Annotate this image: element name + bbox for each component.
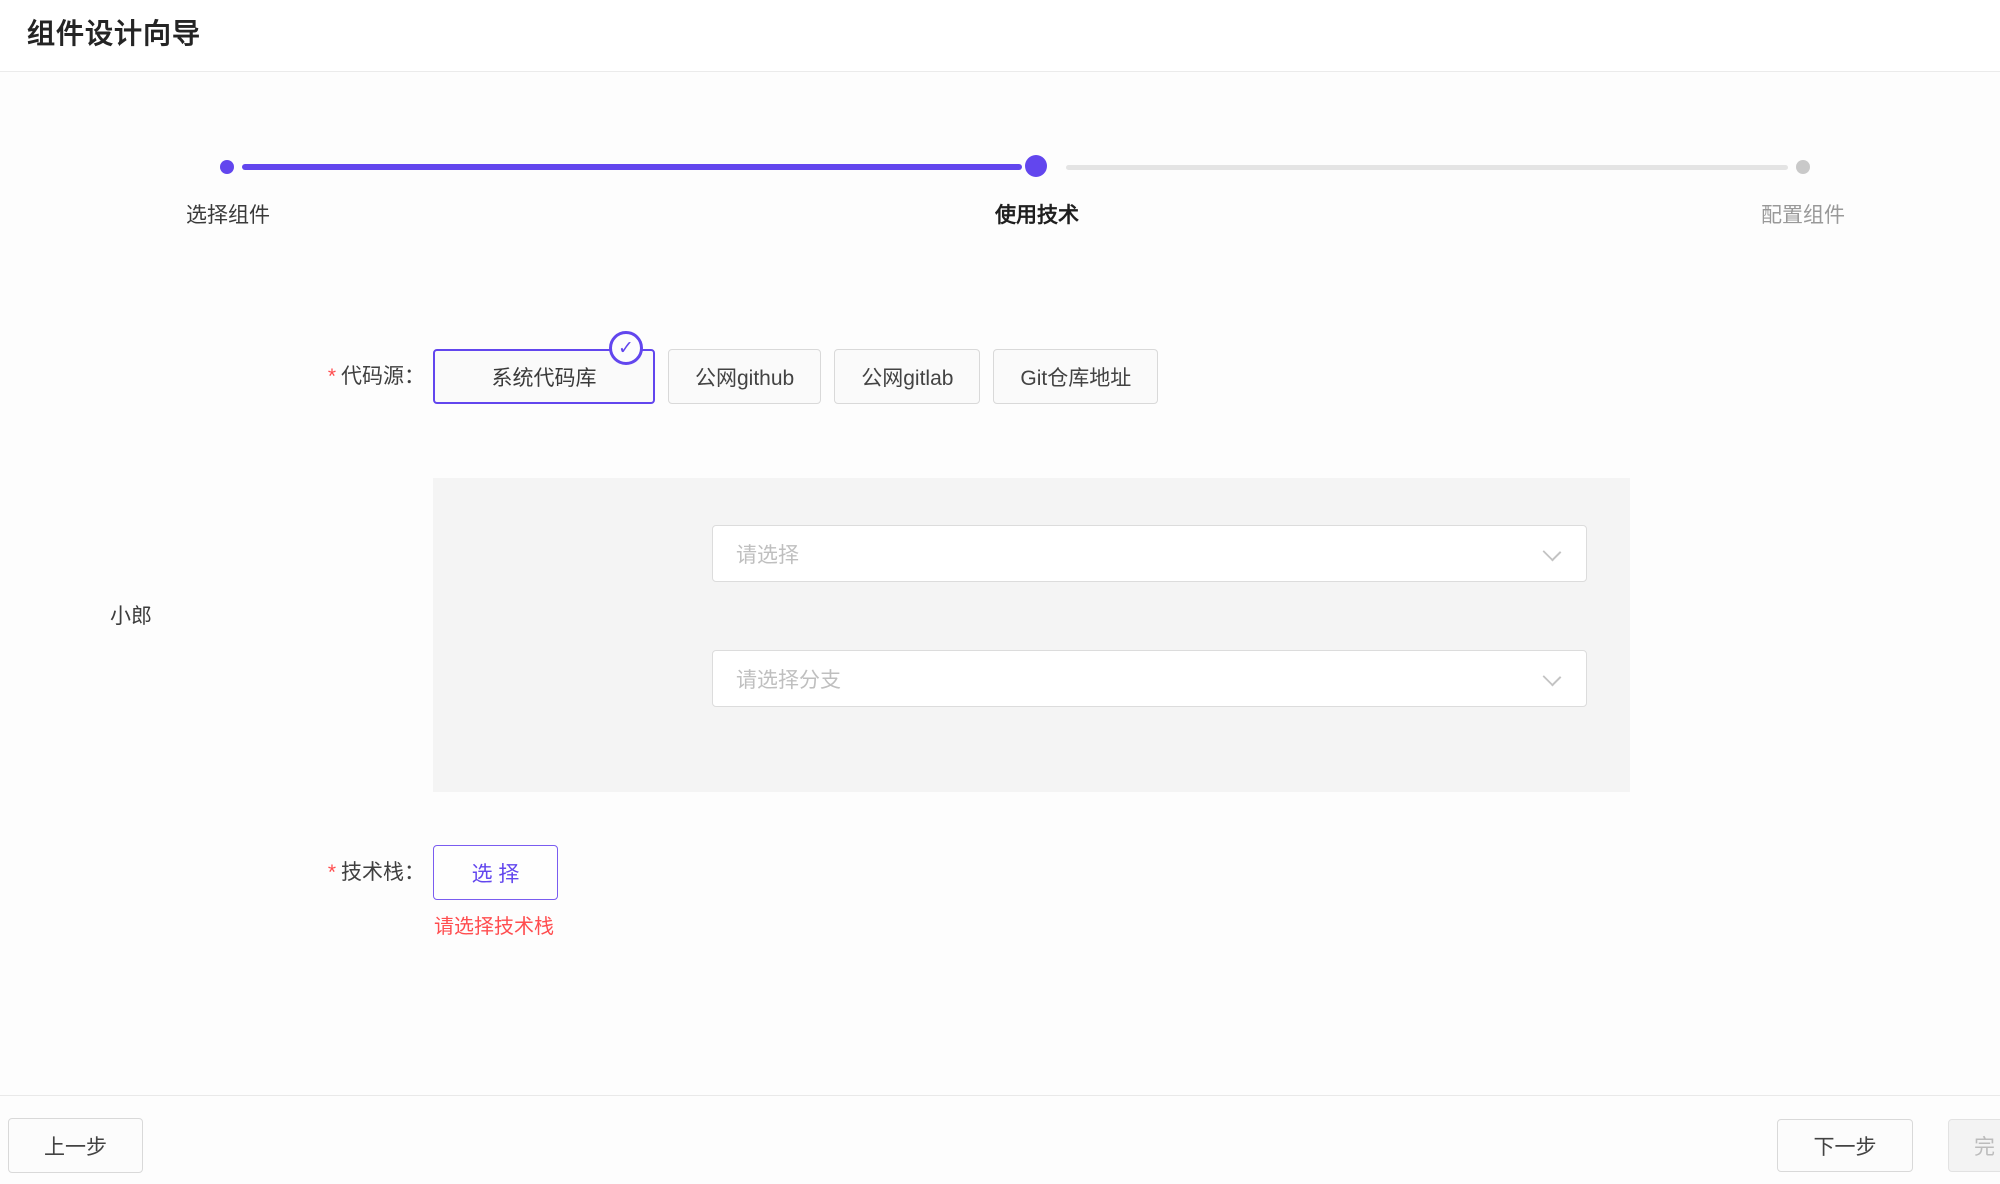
source-option-label: 系统代码库 bbox=[492, 367, 597, 390]
code-source-label: *代码源： bbox=[0, 349, 425, 404]
code-source-label-text: 代码源： bbox=[341, 365, 425, 388]
tech-stack-choose-button[interactable]: 选 择 bbox=[433, 845, 558, 900]
step-label-configure-component: 配置组件 bbox=[1761, 199, 1845, 229]
branch-select[interactable]: 请选择分支 bbox=[712, 650, 1587, 707]
code-source-options: 系统代码库 ✓ 公网github 公网gitlab Git仓库地址 bbox=[433, 349, 1158, 404]
footer-divider bbox=[0, 1095, 2000, 1096]
source-option-label: 公网github bbox=[695, 367, 794, 390]
chevron-down-icon bbox=[1543, 543, 1562, 562]
tech-stack-error-message: 请选择技术栈 bbox=[434, 910, 554, 939]
step-connector-pending bbox=[1066, 165, 1788, 170]
source-option-public-gitlab[interactable]: 公网gitlab bbox=[834, 349, 980, 404]
source-option-public-github[interactable]: 公网github bbox=[668, 349, 821, 404]
finish-button[interactable]: 完 bbox=[1948, 1119, 2000, 1172]
step-label-use-technology: 使用技术 bbox=[995, 199, 1079, 229]
required-asterisk: * bbox=[328, 861, 336, 884]
source-option-label: 公网gitlab bbox=[861, 367, 953, 390]
check-icon: ✓ bbox=[618, 339, 634, 358]
source-option-system-repo[interactable]: 系统代码库 ✓ bbox=[433, 349, 655, 404]
tech-stack-label-text: 技术栈： bbox=[341, 861, 425, 884]
source-option-git-repo-url[interactable]: Git仓库地址 bbox=[993, 349, 1158, 404]
repo-select[interactable]: 请选择 bbox=[712, 525, 1587, 582]
step-dot-done bbox=[220, 160, 234, 174]
next-step-button[interactable]: 下一步 bbox=[1777, 1119, 1913, 1172]
step-dot-active bbox=[1025, 155, 1047, 177]
step-dot-pending bbox=[1796, 160, 1810, 174]
source-option-label: Git仓库地址 bbox=[1020, 367, 1131, 390]
step-label-select-component: 选择组件 bbox=[186, 199, 270, 229]
repo-name-label: 小郎 bbox=[110, 600, 152, 630]
selected-check-badge: ✓ bbox=[609, 331, 643, 365]
page-title: 组件设计向导 bbox=[27, 12, 201, 52]
branch-select-placeholder: 请选择分支 bbox=[736, 664, 841, 694]
prev-step-button[interactable]: 上一步 bbox=[8, 1118, 143, 1173]
component-design-wizard-page: 组件设计向导 选择组件 使用技术 配置组件 *代码源： 系统代码库 ✓ 公网gi… bbox=[0, 0, 2000, 1184]
tech-stack-label: *技术栈： bbox=[0, 845, 425, 900]
page-header: 组件设计向导 bbox=[0, 0, 2000, 72]
required-asterisk: * bbox=[328, 365, 336, 388]
chevron-down-icon bbox=[1543, 668, 1562, 687]
step-connector-done bbox=[242, 164, 1022, 170]
repo-select-placeholder: 请选择 bbox=[736, 539, 799, 569]
